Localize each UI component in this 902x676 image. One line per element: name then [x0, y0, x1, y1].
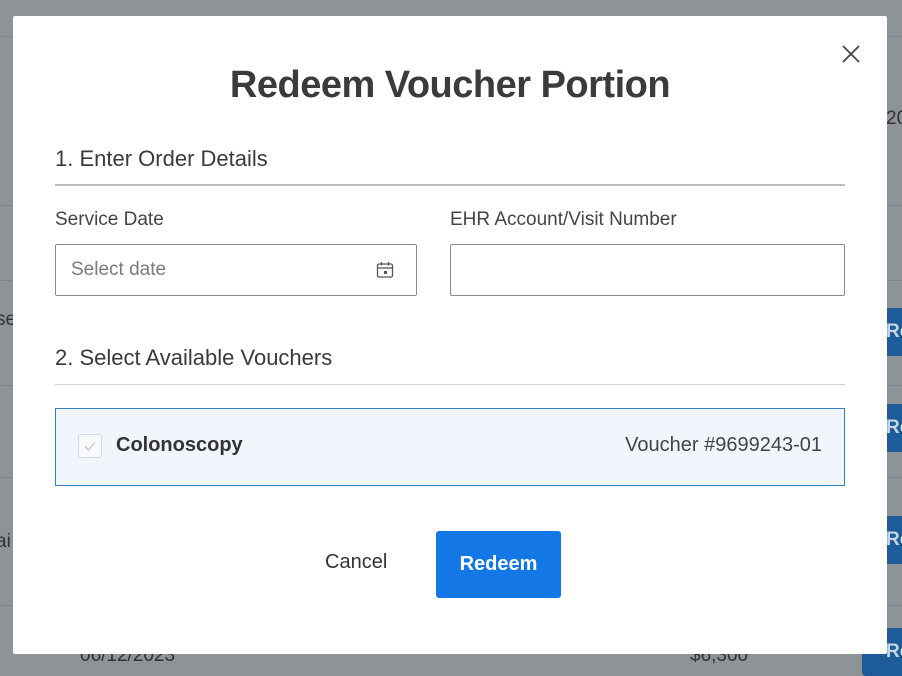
close-button[interactable]	[839, 42, 863, 66]
checkmark-icon	[84, 441, 96, 452]
ehr-account-label: EHR Account/Visit Number	[450, 209, 677, 230]
background-text: ai	[0, 531, 11, 552]
redeem-voucher-modal: Redeem Voucher Portion 1. Enter Order De…	[13, 16, 887, 654]
voucher-item[interactable]: Colonoscopy Voucher #9699243-01	[55, 408, 845, 486]
section-order-details-title: 1. Enter Order Details	[55, 146, 268, 171]
service-date-input[interactable]: Select date	[55, 244, 417, 296]
voucher-checkbox[interactable]	[78, 434, 102, 458]
voucher-name: Colonoscopy	[116, 434, 243, 456]
close-icon	[842, 45, 860, 63]
redeem-button[interactable]: Redeem	[436, 531, 561, 598]
voucher-number: Voucher #9699243-01	[625, 434, 822, 456]
modal-title: Redeem Voucher Portion	[229, 64, 671, 106]
section-divider	[55, 184, 845, 186]
section-vouchers-title: 2. Select Available Vouchers	[55, 345, 333, 370]
service-date-placeholder: Select date	[71, 259, 167, 280]
ehr-account-input[interactable]	[450, 244, 845, 296]
section-divider	[55, 384, 845, 385]
background-text: 20	[886, 108, 902, 129]
calendar-icon[interactable]	[376, 261, 394, 279]
cancel-button[interactable]: Cancel	[325, 551, 387, 574]
service-date-label: Service Date	[55, 209, 164, 230]
